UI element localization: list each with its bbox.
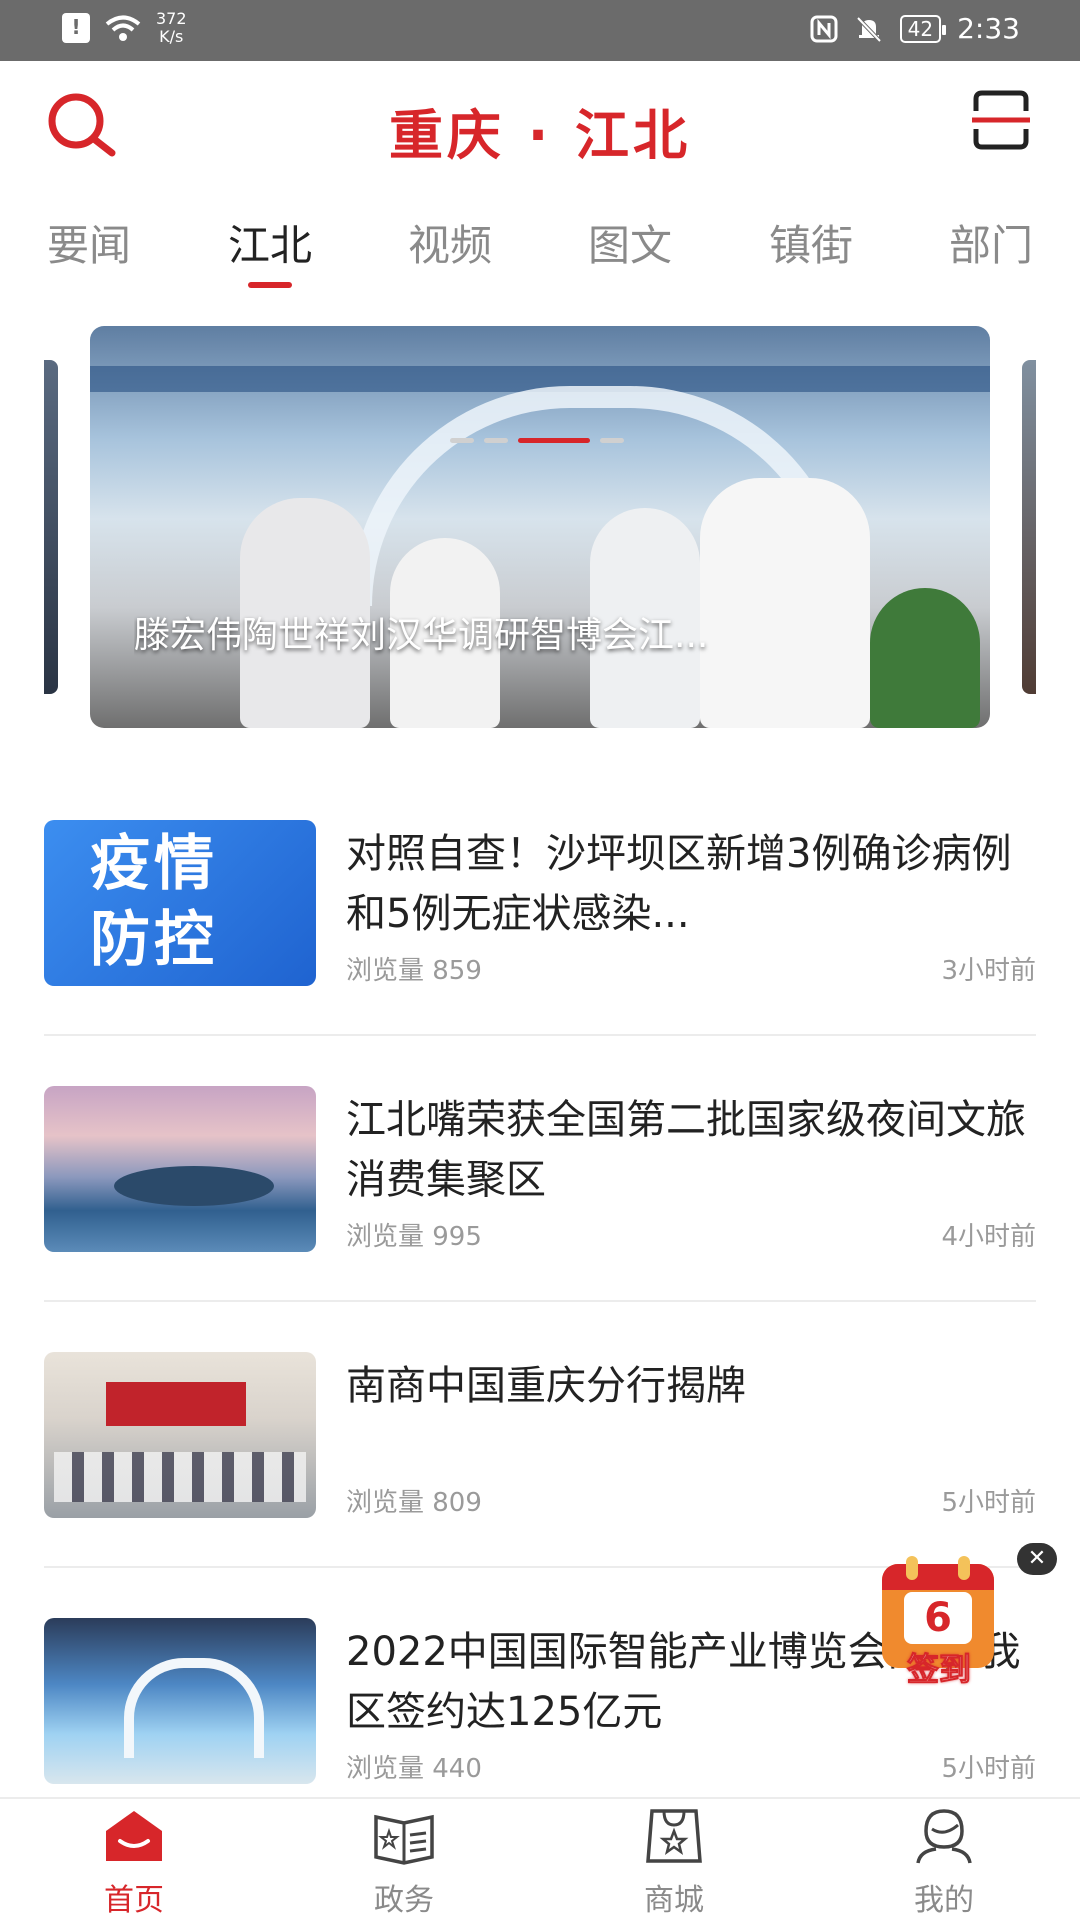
news-title: 对照自查！沙坪坝区新增3例确诊病例和5例无症状感染... — [346, 831, 1012, 937]
category-tabs: 要闻 江北 视频 图文 镇街 部门 — [0, 212, 1080, 292]
carousel-caption: 滕宏伟陶世祥刘汉华调研智博会江... — [134, 615, 709, 656]
carousel-dot — [450, 438, 474, 443]
news-time: 5小时前 — [941, 1754, 1036, 1784]
news-title: 江北嘴荣获全国第二批国家级夜间文旅消费集聚区 — [346, 1097, 1026, 1203]
gov-book-icon — [374, 1814, 434, 1865]
news-time: 3小时前 — [941, 956, 1036, 986]
scan-icon[interactable] — [970, 89, 1032, 151]
news-thumbnail — [44, 1086, 316, 1252]
carousel-dot-active — [518, 438, 590, 443]
news-time: 4小时前 — [941, 1222, 1036, 1252]
shop-bag-icon — [646, 1809, 702, 1863]
status-bar: 372 K/s 42 2:33 — [0, 0, 1080, 61]
carousel-dot — [484, 438, 508, 443]
tab-towns[interactable]: 镇街 — [746, 212, 876, 273]
news-views: 浏览量 995 — [346, 1222, 482, 1252]
checkin-day: 6 — [904, 1592, 972, 1644]
tab-photo-text[interactable]: 图文 — [565, 212, 695, 273]
news-thumbnail: 疫情 防控 — [44, 820, 316, 986]
clock: 2:33 — [957, 12, 1020, 45]
nav-label: 我的 — [914, 1883, 974, 1918]
divider — [44, 1300, 1036, 1302]
news-title: 南商中国重庆分行揭牌 — [346, 1363, 746, 1409]
checkin-label: 签到 — [906, 1650, 971, 1689]
mute-bell-icon — [856, 16, 882, 42]
net-speed: 372 K/s — [156, 9, 187, 46]
app-title: 重庆 · 江北 — [388, 104, 692, 167]
bottom-nav: 首页 政务 商城 我的 — [0, 1797, 1080, 1920]
nav-home[interactable]: 首页 — [64, 1807, 204, 1919]
news-time: 5小时前 — [941, 1488, 1036, 1518]
home-icon — [106, 1811, 162, 1861]
carousel-slide[interactable]: 滕宏伟陶世祥刘汉华调研智博会江... — [90, 326, 990, 728]
news-item[interactable]: 江北嘴荣获全国第二批国家级夜间文旅消费集聚区 浏览量 995 4小时前 — [44, 1086, 1036, 1352]
profile-icon — [916, 1809, 972, 1864]
carousel-dot — [600, 438, 624, 443]
tab-yaowen[interactable]: 要闻 — [24, 212, 154, 273]
tab-video[interactable]: 视频 — [385, 212, 515, 273]
nav-label: 首页 — [104, 1883, 164, 1918]
tab-jiangbei[interactable]: 江北 — [205, 212, 335, 273]
carousel-pagination — [450, 438, 624, 443]
app-header: 重庆 · 江北 — [0, 61, 1080, 186]
tab-departments[interactable]: 部门 — [926, 212, 1056, 273]
nav-label: 政务 — [374, 1883, 434, 1918]
news-item[interactable]: 疫情 防控 对照自查！沙坪坝区新增3例确诊病例和5例无症状感染... 浏览量 8… — [44, 820, 1036, 1086]
sim-alert-icon — [62, 13, 90, 43]
news-views: 浏览量 859 — [346, 956, 482, 986]
active-tab-indicator — [248, 282, 292, 288]
battery-indicator: 42 — [899, 14, 947, 43]
close-icon[interactable]: ✕ — [1017, 1543, 1057, 1575]
nav-profile[interactable]: 我的 — [874, 1807, 1014, 1919]
wifi-icon — [105, 15, 141, 41]
divider — [44, 1034, 1036, 1036]
banner-carousel[interactable]: 滕宏伟陶世祥刘汉华调研智博会江... — [0, 326, 1080, 730]
news-thumbnail — [44, 1618, 316, 1784]
nfc-icon — [810, 15, 838, 42]
nav-label: 商城 — [644, 1883, 704, 1918]
news-thumbnail — [44, 1352, 316, 1518]
nav-gov[interactable]: 政务 — [334, 1807, 474, 1919]
checkin-button[interactable]: 6 签到 — [874, 1556, 1000, 1689]
nav-shop[interactable]: 商城 — [604, 1807, 744, 1919]
news-views: 浏览量 809 — [346, 1488, 482, 1518]
news-views: 浏览量 440 — [346, 1754, 482, 1784]
carousel-prev-slide[interactable] — [44, 360, 58, 694]
carousel-next-slide[interactable] — [1022, 360, 1036, 694]
